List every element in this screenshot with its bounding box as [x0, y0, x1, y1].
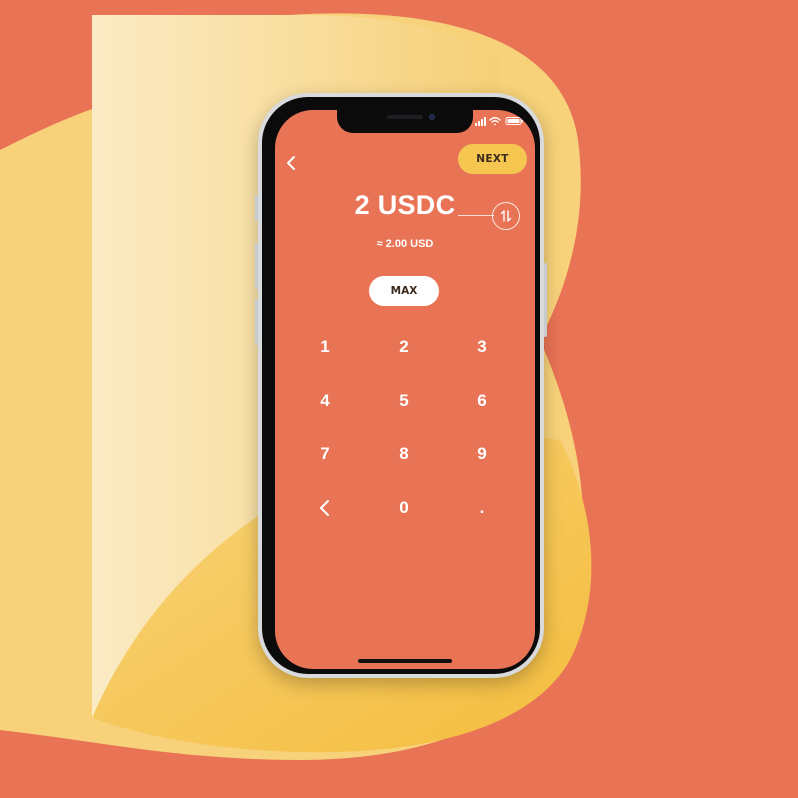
- key-1[interactable]: 1: [295, 327, 355, 367]
- key-7[interactable]: 7: [295, 434, 355, 474]
- back-button[interactable]: [279, 150, 305, 176]
- phone-bezel: NEXT 2 USDC ≈ 2.00 USD MAX 1 2 3 4 5 6 7…: [262, 97, 540, 674]
- status-bar-icons: [475, 117, 523, 126]
- volume-down-button: [255, 299, 258, 345]
- mute-switch: [255, 195, 258, 221]
- speaker-grill: [387, 115, 423, 119]
- key-0[interactable]: 0: [374, 488, 434, 528]
- signal-icon: [475, 117, 486, 126]
- power-button: [544, 263, 547, 337]
- chevron-left-icon: [287, 156, 295, 170]
- phone-device: NEXT 2 USDC ≈ 2.00 USD MAX 1 2 3 4 5 6 7…: [255, 93, 547, 678]
- swap-currency-button[interactable]: [492, 202, 520, 230]
- key-decimal[interactable]: .: [452, 488, 512, 528]
- chevron-left-icon: [320, 500, 329, 516]
- swap-connector-line: [458, 215, 494, 216]
- key-3[interactable]: 3: [452, 327, 512, 367]
- key-9[interactable]: 9: [452, 434, 512, 474]
- fiat-equivalent: ≈ 2.00 USD: [376, 238, 434, 250]
- wifi-icon: [489, 117, 501, 126]
- key-backspace[interactable]: [295, 488, 355, 528]
- key-8[interactable]: 8: [374, 434, 434, 474]
- key-4[interactable]: 4: [295, 381, 355, 421]
- key-2[interactable]: 2: [374, 327, 434, 367]
- battery-icon: [505, 117, 523, 125]
- home-indicator[interactable]: [358, 659, 452, 663]
- notch: [337, 110, 473, 133]
- max-button[interactable]: MAX: [369, 276, 439, 306]
- swap-arrows-icon: [500, 210, 512, 222]
- next-button[interactable]: NEXT: [458, 144, 527, 174]
- phone-screen: NEXT 2 USDC ≈ 2.00 USD MAX 1 2 3 4 5 6 7…: [275, 110, 535, 669]
- volume-up-button: [255, 243, 258, 289]
- front-camera: [429, 114, 435, 120]
- key-5[interactable]: 5: [374, 381, 434, 421]
- key-6[interactable]: 6: [452, 381, 512, 421]
